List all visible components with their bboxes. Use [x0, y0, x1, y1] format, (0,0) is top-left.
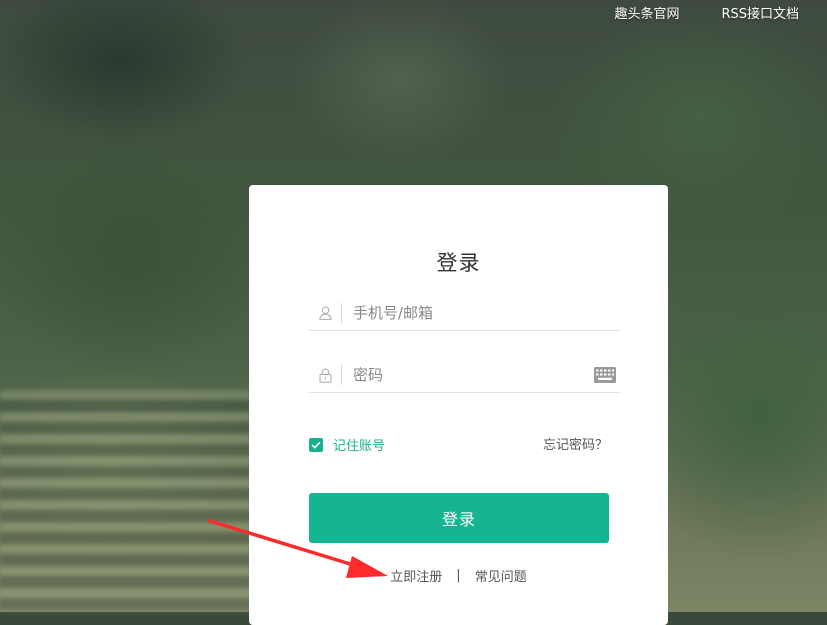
username-field [309, 296, 620, 331]
background-stripes [0, 390, 250, 612]
username-input[interactable] [351, 303, 620, 323]
remember-label: 记住账号 [333, 439, 386, 454]
field-divider [341, 365, 342, 385]
register-link[interactable]: 立即注册 [390, 566, 442, 585]
keyboard-icon[interactable] [594, 367, 616, 383]
user-icon [317, 305, 333, 321]
checkmark-icon [309, 437, 323, 452]
rss-docs-link[interactable]: RSS接口文档 [721, 6, 799, 24]
remember-account-checkbox[interactable]: 记住账号 [309, 435, 385, 454]
forgot-password-link[interactable]: 忘记密码？ [543, 434, 608, 453]
link-separator: | [456, 568, 461, 583]
bottom-links: 立即注册 | 常见问题 [249, 566, 668, 585]
password-input[interactable] [351, 365, 594, 385]
login-card: 登录 手机号/邮箱 记住账号 忘记密码？ 登录 立即注册 | 常见问题 [249, 185, 668, 625]
top-nav: 趣头条官网 RSS接口文档 [614, 6, 799, 24]
lock-icon [317, 367, 333, 383]
password-field [309, 358, 620, 393]
login-title: 登录 [436, 251, 481, 275]
field-divider [341, 303, 342, 323]
login-button[interactable]: 登录 [309, 493, 609, 543]
faq-link[interactable]: 常见问题 [475, 566, 527, 585]
official-site-link[interactable]: 趣头条官网 [614, 6, 679, 24]
